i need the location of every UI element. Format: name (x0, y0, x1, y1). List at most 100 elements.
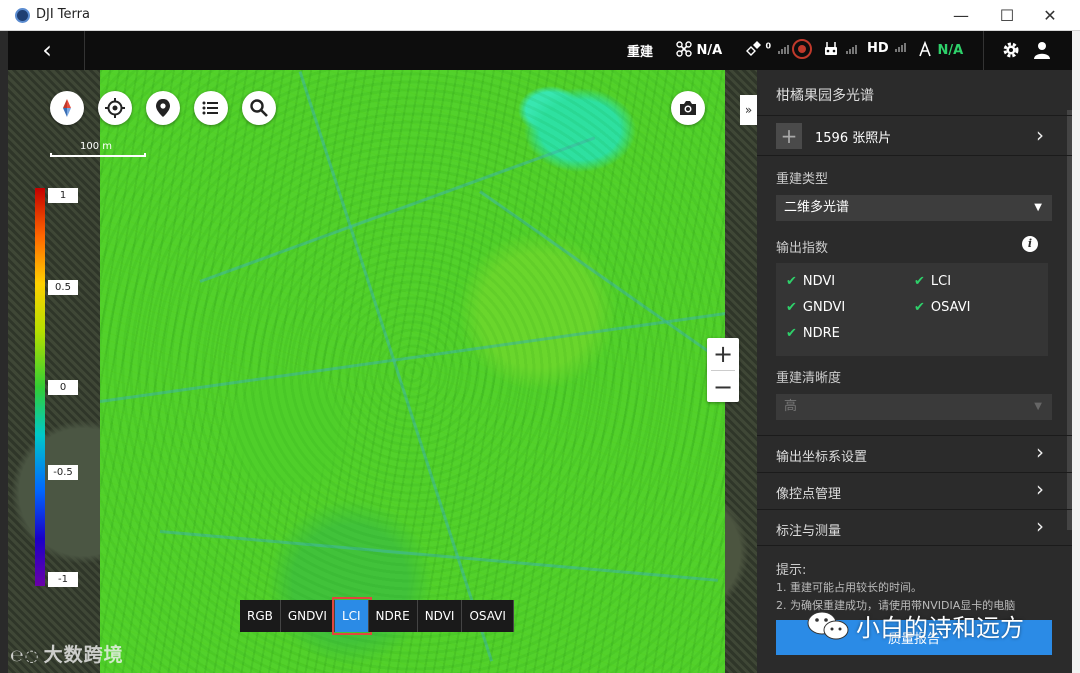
gps-signal-icon (777, 43, 790, 58)
hd-status: HD (867, 41, 907, 56)
rtk-status-value: N/A (937, 43, 964, 58)
marker-button[interactable] (146, 91, 180, 125)
gcp-manage-row[interactable]: 像控点管理 › (757, 472, 1072, 509)
tips-title: 提示: (776, 563, 807, 578)
color-legend-bar (35, 188, 45, 586)
legend-label-mid: 0 (48, 380, 78, 395)
info-icon[interactable]: i (1022, 236, 1038, 252)
back-button[interactable]: ‹ (34, 36, 60, 64)
coord-settings-row[interactable]: 输出坐标系设置 › (757, 435, 1072, 472)
dji-terra-logo-icon (15, 8, 30, 23)
window-titlebar: DJI Terra — ☐ ✕ (0, 0, 1080, 31)
search-button[interactable] (242, 91, 276, 125)
check-icon: ✔ (914, 300, 925, 315)
minimize-button[interactable]: — (938, 0, 984, 31)
resolution-select: 高 ▼ (776, 394, 1052, 420)
drone-status: N/A (676, 41, 722, 58)
tip-line-1: 1. 重建可能占用较长的时间。 (776, 581, 922, 594)
scale-text: 100 m (80, 141, 113, 152)
satellite-icon (746, 41, 761, 56)
list-icon (202, 101, 218, 115)
hd-label: HD (867, 41, 889, 56)
zoom-control: + − (707, 338, 739, 402)
user-account-icon[interactable] (1033, 41, 1051, 63)
photo-count: 1596 张照片 (815, 131, 892, 146)
controller-signal-icon (845, 43, 858, 58)
lci-orthomosaic-layer (100, 70, 725, 673)
mission-title: 柑橘果园多光谱 (776, 88, 874, 104)
rtk-status: N/A (917, 40, 964, 58)
map-scale-bar: 100 m (50, 141, 146, 157)
index-button-osavi[interactable]: OSAVI (462, 600, 514, 632)
annotation-row[interactable]: 标注与测量 › (757, 509, 1072, 546)
reconstruction-panel: 柑橘果园多光谱 + 1596 张照片 › 重建类型 二维多光谱 ▼ 输出指数 i… (757, 70, 1072, 673)
index-checkbox-ndre[interactable]: ✔ NDRE (786, 326, 840, 341)
drone-status-value: N/A (696, 43, 723, 58)
coord-settings-label: 输出坐标系设置 (776, 450, 868, 465)
recon-type-label: 重建类型 (776, 172, 829, 187)
chevron-right-icon: › (1036, 123, 1044, 147)
chevron-right-icon: › (1036, 514, 1044, 538)
annotation-label: 标注与测量 (776, 524, 842, 539)
chevron-right-icon: › (1036, 477, 1044, 501)
error-alert-icon (792, 39, 812, 59)
hd-signal-icon (895, 41, 907, 56)
index-button-rgb[interactable]: RGB (240, 600, 281, 632)
collapse-panel-button[interactable]: » (740, 95, 757, 125)
wechat-account-name: 小白的诗和远方 (856, 614, 1024, 642)
check-icon: ✔ (786, 274, 797, 289)
index-checkbox-ndvi[interactable]: ✔ NDVI (786, 274, 835, 289)
screenshot-button[interactable] (671, 91, 705, 125)
legend-label-low: -0.5 (48, 465, 78, 480)
settings-gear-icon[interactable] (1002, 41, 1020, 63)
alert-status (792, 39, 812, 63)
map-pin-icon (156, 99, 170, 117)
window-title: DJI Terra (36, 7, 90, 22)
close-button[interactable]: ✕ (1027, 0, 1073, 31)
caret-down-icon: ▼ (1034, 401, 1042, 412)
layer-list-button[interactable] (194, 91, 228, 125)
index-switcher: RGB GNDVI LCI NDRE NDVI OSAVI (240, 597, 514, 635)
gps-status: 0 (745, 41, 790, 58)
toolbar-divider (983, 31, 984, 70)
remote-controller-icon (825, 42, 837, 55)
recon-type-select[interactable]: 二维多光谱 ▼ (776, 195, 1052, 221)
output-index-box: ✔ NDVI ✔ LCI ✔ GNDVI ✔ OSAVI ✔ NDRE (776, 263, 1048, 356)
search-icon (250, 99, 268, 117)
caret-down-icon: ▼ (1034, 202, 1042, 213)
wechat-logo-icon (806, 609, 850, 643)
check-icon: ✔ (786, 326, 797, 341)
add-photos-button[interactable]: + (776, 123, 802, 149)
map-view[interactable]: 100 m 1 0.5 0 -0.5 -1 + − » RGB GNDVI LC… (8, 70, 757, 673)
zoom-in-button[interactable]: + (707, 338, 739, 370)
wechat-watermark: 小白的诗和远方 (806, 608, 1024, 643)
window-left-edge (0, 31, 8, 673)
index-button-ndvi[interactable]: NDVI (417, 600, 463, 632)
watermark-left: ℮◌ 大数跨境 (10, 644, 124, 666)
zoom-out-button[interactable]: − (707, 371, 739, 403)
watermark-logo-icon: ℮◌ (10, 646, 40, 665)
gcp-manage-label: 像控点管理 (776, 487, 842, 502)
window-right-edge (1072, 31, 1080, 673)
check-icon: ✔ (914, 274, 925, 289)
camera-icon (680, 101, 696, 115)
photos-row[interactable]: + 1596 张照片 › (757, 115, 1072, 155)
index-checkbox-osavi[interactable]: ✔ OSAVI (914, 300, 970, 315)
rtk-icon (919, 40, 931, 57)
gps-count: 0 (765, 41, 772, 51)
index-checkbox-lci[interactable]: ✔ LCI (914, 274, 951, 289)
legend-label-high: 0.5 (48, 280, 78, 295)
compass-button[interactable] (50, 91, 84, 125)
output-index-label: 输出指数 (776, 241, 829, 256)
compass-icon (63, 99, 71, 117)
maximize-button[interactable]: ☐ (984, 0, 1030, 31)
locate-button[interactable] (98, 91, 132, 125)
index-checkbox-gndvi[interactable]: ✔ GNDVI (786, 300, 845, 315)
crosshair-locate-icon (105, 98, 125, 118)
index-button-ndre[interactable]: NDRE (368, 600, 418, 632)
legend-label-max: 1 (48, 188, 78, 203)
toolbar-divider (84, 31, 85, 70)
index-button-lci[interactable]: LCI (331, 597, 372, 635)
index-button-gndvi[interactable]: GNDVI (280, 600, 335, 632)
rebuild-label: 重建 (627, 45, 654, 60)
